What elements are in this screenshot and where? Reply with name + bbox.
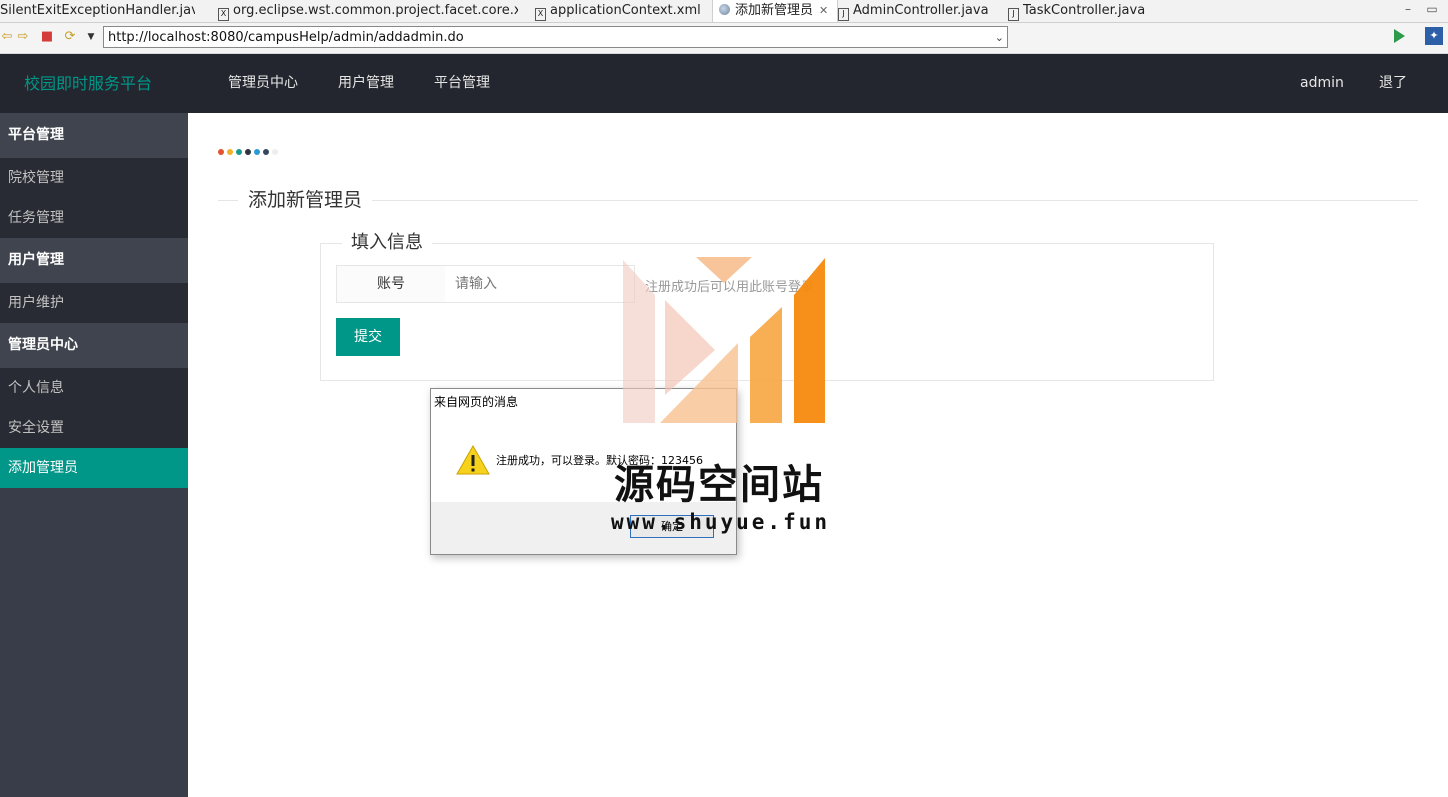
watermark-logo: [623, 257, 825, 423]
ide-tab-label: SilentExitExceptionHandler.java: [0, 3, 195, 18]
nav-platform-management[interactable]: 平台管理: [434, 54, 490, 113]
current-user[interactable]: admin: [1300, 54, 1344, 113]
logout-link[interactable]: 退了: [1379, 54, 1407, 113]
forward-arrow-icon[interactable]: ⇨: [16, 30, 30, 44]
browser-toolbar: ⇦ ⇨ ■ ⟳ ▼ http://localhost:8080/campusHe…: [0, 23, 1448, 54]
color-dot: [263, 149, 269, 155]
java-file-icon: J: [1008, 8, 1019, 21]
page-title: 添加新管理员: [238, 188, 373, 212]
color-dot: [227, 149, 233, 155]
go-icon[interactable]: [1394, 29, 1405, 43]
sidebar-group-platform[interactable]: 平台管理: [0, 113, 188, 158]
sidebar-item-tasks[interactable]: 任务管理: [0, 198, 188, 238]
url-bar[interactable]: http://localhost:8080/campusHelp/admin/a…: [103, 26, 1008, 48]
chevron-down-icon[interactable]: ⌄: [995, 27, 1004, 49]
color-dot: [236, 149, 242, 155]
submit-button[interactable]: 提交: [336, 318, 400, 356]
sidebar-item-schools[interactable]: 院校管理: [0, 158, 188, 198]
ide-tab-label: TaskController.java: [1023, 3, 1146, 18]
stop-icon[interactable]: ■: [40, 30, 54, 44]
close-icon[interactable]: ✕: [819, 4, 828, 17]
sidebar: 平台管理 院校管理 任务管理 用户管理 用户维护 管理员中心 个人信息 安全设置…: [0, 113, 188, 797]
section-divider: [218, 200, 1418, 201]
warning-icon: [456, 444, 490, 475]
ide-tab-label: org.eclipse.wst.common.project.facet.cor…: [233, 3, 518, 18]
ide-tab[interactable]: SilentExitExceptionHandler.java: [0, 0, 195, 22]
back-arrow-icon[interactable]: ⇦: [0, 30, 14, 44]
account-input[interactable]: [445, 265, 635, 303]
ide-tab[interactable]: Xorg.eclipse.wst.common.project.facet.co…: [218, 0, 518, 22]
minimize-icon[interactable]: –: [1400, 0, 1416, 20]
sidebar-group-users[interactable]: 用户管理: [0, 238, 188, 283]
fieldset-legend: 填入信息: [342, 231, 432, 255]
site-logo[interactable]: 校园即时服务平台: [24, 54, 152, 113]
url-text: http://localhost:8080/campusHelp/admin/a…: [108, 30, 464, 45]
sidebar-group-admin[interactable]: 管理员中心: [0, 323, 188, 368]
java-file-icon: J: [838, 8, 849, 21]
sidebar-item-security[interactable]: 安全设置: [0, 408, 188, 448]
sidebar-item-profile[interactable]: 个人信息: [0, 368, 188, 408]
nav-admin-center[interactable]: 管理员中心: [228, 54, 298, 113]
account-label: 账号: [336, 265, 446, 303]
xml-file-icon: X: [535, 8, 546, 21]
watermark-url: www.shuyue.fun: [611, 510, 831, 534]
ide-tab[interactable]: J TaskController.java: [1008, 0, 1168, 22]
page-header: 校园即时服务平台 管理员中心 用户管理 平台管理 admin 退了: [0, 54, 1448, 113]
color-dot: [218, 149, 224, 155]
ide-tab[interactable]: J AdminController.java: [838, 0, 1003, 22]
xml-file-icon: X: [218, 8, 229, 21]
chevron-down-icon[interactable]: ▼: [84, 30, 98, 44]
maximize-icon[interactable]: ▭: [1424, 0, 1440, 20]
browser-globe-icon: [719, 4, 730, 15]
color-dots-decoration: [218, 149, 281, 155]
color-dot: [245, 149, 251, 155]
ide-tab-label: 添加新管理员: [735, 3, 814, 18]
ide-tab-active[interactable]: 添加新管理员 ✕: [712, 0, 838, 22]
color-dot: [272, 149, 278, 155]
ide-tab-bar: SilentExitExceptionHandler.java Xorg.ecl…: [0, 0, 1448, 23]
dialog-title: 来自网页的消息: [434, 395, 519, 409]
color-dot: [254, 149, 260, 155]
watermark-text: 源码空间站: [614, 462, 824, 508]
nav-user-management[interactable]: 用户管理: [338, 54, 394, 113]
ide-tab[interactable]: XapplicationContext.xml: [535, 0, 705, 22]
sidebar-item-add-admin[interactable]: 添加管理员: [0, 448, 188, 488]
plugin-icon[interactable]: ✦: [1425, 27, 1443, 45]
ide-tab-label: applicationContext.xml: [550, 3, 701, 18]
sidebar-item-user-maintenance[interactable]: 用户维护: [0, 283, 188, 323]
refresh-icon[interactable]: ⟳: [63, 30, 77, 44]
ide-tab-label: AdminController.java: [853, 3, 989, 18]
